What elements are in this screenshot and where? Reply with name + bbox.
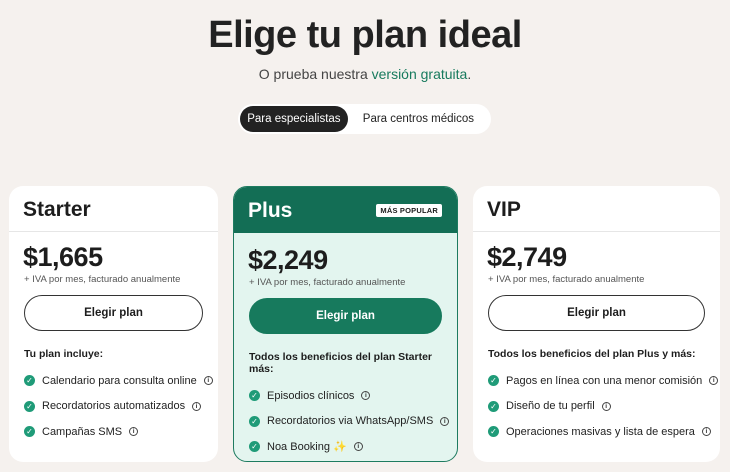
price-note: + IVA por mes, facturado anualmente: [249, 277, 406, 288]
price-note: + IVA por mes, facturado anualmente: [24, 274, 181, 285]
check-circle-icon: ✓: [249, 415, 260, 427]
feature-item: ✓ Recordatorios automatizados i: [24, 394, 218, 420]
check-circle-icon: ✓: [249, 441, 260, 453]
feature-item: ✓ Episodios clínicos i: [249, 383, 457, 409]
info-icon[interactable]: i: [192, 401, 202, 411]
plan-header: VIP: [473, 186, 720, 232]
feature-list: ✓ Episodios clínicos i ✓ Recordatorios via …: [249, 383, 457, 460]
feature-item: ✓ Operaciones masivas y lista de espera i: [488, 419, 720, 445]
toggle-medical-centers[interactable]: Para centros médicos: [348, 106, 489, 132]
price-note: + IVA por mes, facturado anualmente: [488, 274, 645, 285]
feature-item: ✓ Recordatorios via WhatsApp/SMS i: [249, 409, 457, 435]
plan-card-vip: VIP $2,749 + IVA por mes, facturado anua…: [473, 186, 720, 462]
toggle-specialists[interactable]: Para especialistas: [240, 106, 348, 132]
plan-card-starter: Starter $1,665 + IVA por mes, facturado …: [9, 186, 218, 462]
info-icon[interactable]: i: [440, 416, 450, 426]
info-icon[interactable]: i: [709, 376, 719, 386]
plan-price: $2,249: [248, 245, 328, 275]
includes-heading: Todos los beneficios del plan Plus y más…: [488, 348, 696, 360]
check-circle-icon: ✓: [24, 426, 35, 438]
includes-heading: Tu plan incluye:: [24, 348, 104, 360]
info-icon[interactable]: i: [129, 427, 139, 437]
info-icon[interactable]: i: [601, 401, 611, 411]
plan-header: Plus MÁS POPULAR: [234, 187, 457, 233]
info-icon[interactable]: i: [353, 442, 363, 452]
audience-toggle: Para especialistas Para centros médicos: [238, 104, 491, 134]
check-circle-icon: ✓: [24, 375, 35, 387]
plan-card-plus: Plus MÁS POPULAR $2,249 + IVA por mes, f…: [233, 186, 458, 462]
feature-list: ✓ Calendario para consulta online i ✓ Recor…: [24, 368, 218, 445]
feature-list: ✓ Pagos en línea con una menor comisión i …: [488, 368, 720, 445]
feature-item: ✓ Campañas SMS i: [24, 419, 218, 445]
page-subtitle: O prueba nuestra versión gratuita.: [258, 66, 472, 82]
check-circle-icon: ✓: [488, 375, 499, 387]
free-version-link[interactable]: versión gratuita: [372, 66, 468, 82]
check-circle-icon: ✓: [488, 400, 499, 412]
feature-item: ✓ Calendario para consulta online i: [24, 368, 218, 394]
choose-plan-button[interactable]: Elegir plan: [24, 295, 203, 331]
most-popular-badge: MÁS POPULAR: [376, 204, 442, 217]
feature-item: ✓ Diseño de tu perfil i: [488, 394, 720, 420]
feature-item: ✓ Noa Booking ✨ i: [249, 434, 457, 460]
page-title: Elige tu plan ideal: [208, 14, 522, 56]
plan-header: Starter: [9, 186, 218, 232]
info-icon[interactable]: i: [701, 427, 711, 437]
choose-plan-button[interactable]: Elegir plan: [488, 295, 705, 331]
feature-item: ✓ Pagos en línea con una menor comisión i: [488, 368, 720, 394]
check-circle-icon: ✓: [488, 426, 499, 438]
choose-plan-button[interactable]: Elegir plan: [249, 298, 442, 334]
plan-name: Starter: [23, 198, 91, 221]
plan-price: $2,749: [487, 242, 567, 272]
info-icon[interactable]: i: [361, 391, 371, 401]
includes-heading: Todos los beneficios del plan Starter má…: [249, 351, 433, 375]
plan-price: $1,665: [23, 242, 103, 272]
check-circle-icon: ✓: [249, 390, 260, 402]
info-icon[interactable]: i: [203, 376, 213, 386]
plan-name: VIP: [487, 198, 521, 221]
check-circle-icon: ✓: [24, 400, 35, 412]
